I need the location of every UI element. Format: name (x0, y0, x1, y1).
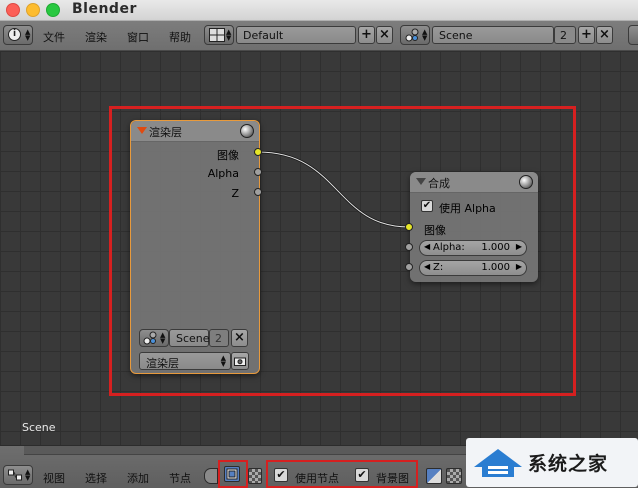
updown-icon: ▲ ▼ (422, 28, 428, 42)
use-nodes-label: 使用节点 (295, 472, 339, 485)
highlight-box-nodes (109, 106, 576, 396)
menu-add[interactable]: 添加 (127, 470, 149, 486)
info-header: i ▲ ▼ 文件 渲染 窗口 帮助 ▲ ▼ Default + × ▲ ▼ Scene… (0, 21, 638, 51)
close-window-button[interactable] (6, 3, 20, 17)
node-editor-type-button[interactable]: ▲ ▼ (3, 465, 33, 485)
compositing-nodes-icon[interactable] (224, 466, 240, 482)
scene-name-field[interactable]: Scene (432, 26, 554, 44)
add-screen-button[interactable]: + (358, 26, 375, 44)
backdrop-label: 背景图 (376, 472, 409, 485)
screen-layout-selector[interactable]: ▲ ▼ (204, 25, 234, 45)
updown-icon: ▲ ▼ (25, 28, 31, 42)
delete-screen-button[interactable]: × (376, 26, 393, 44)
screen-layout-field[interactable]: Default (236, 26, 356, 44)
menu-window[interactable]: 窗口 (127, 29, 149, 45)
backdrop-channel-icon[interactable] (426, 468, 442, 484)
menu-node[interactable]: 节点 (169, 470, 191, 486)
scene-users-count: 2 (554, 26, 576, 44)
backdrop-checkbox[interactable]: ✔ (355, 468, 369, 482)
alpha-channel-icon[interactable] (446, 468, 462, 484)
editor-type-button[interactable]: i ▲ ▼ (3, 25, 33, 45)
site-watermark: 系统之家 (466, 438, 638, 487)
scene-icon (405, 28, 419, 45)
node-editor-icon (8, 468, 22, 485)
layout-grid-icon (209, 28, 225, 42)
updown-icon: ▲ ▼ (25, 468, 31, 482)
window-title: Blender (72, 1, 137, 17)
menu-select[interactable]: 选择 (85, 470, 107, 486)
zoom-window-button[interactable] (46, 3, 60, 17)
menu-file[interactable]: 文件 (43, 29, 65, 45)
window-titlebar: Blender (0, 0, 638, 21)
minimize-window-button[interactable] (26, 3, 40, 17)
menu-render[interactable]: 渲染 (85, 29, 107, 45)
menu-help[interactable]: 帮助 (169, 29, 191, 45)
scene-selector[interactable]: ▲ ▼ (400, 25, 430, 45)
watermark-logo-icon (474, 449, 522, 477)
delete-scene-button[interactable]: × (596, 26, 613, 44)
scene-extra-button[interactable] (628, 25, 638, 45)
use-nodes-checkbox[interactable]: ✔ (274, 468, 288, 482)
scene-name-overlay: Scene (22, 421, 56, 434)
texture-nodes-icon[interactable] (248, 468, 262, 484)
watermark-text: 系统之家 (528, 453, 609, 475)
updown-icon: ▲ ▼ (226, 28, 232, 42)
menu-view[interactable]: 视图 (43, 470, 65, 486)
add-scene-button[interactable]: + (578, 26, 595, 44)
node-editor[interactable]: 渲染层 图像 Alpha Z ▲▼ Scene 2 × 渲染层 ▲▼ 合成 (0, 51, 638, 445)
shader-type-icon[interactable] (204, 468, 218, 484)
info-icon: i (8, 28, 21, 41)
